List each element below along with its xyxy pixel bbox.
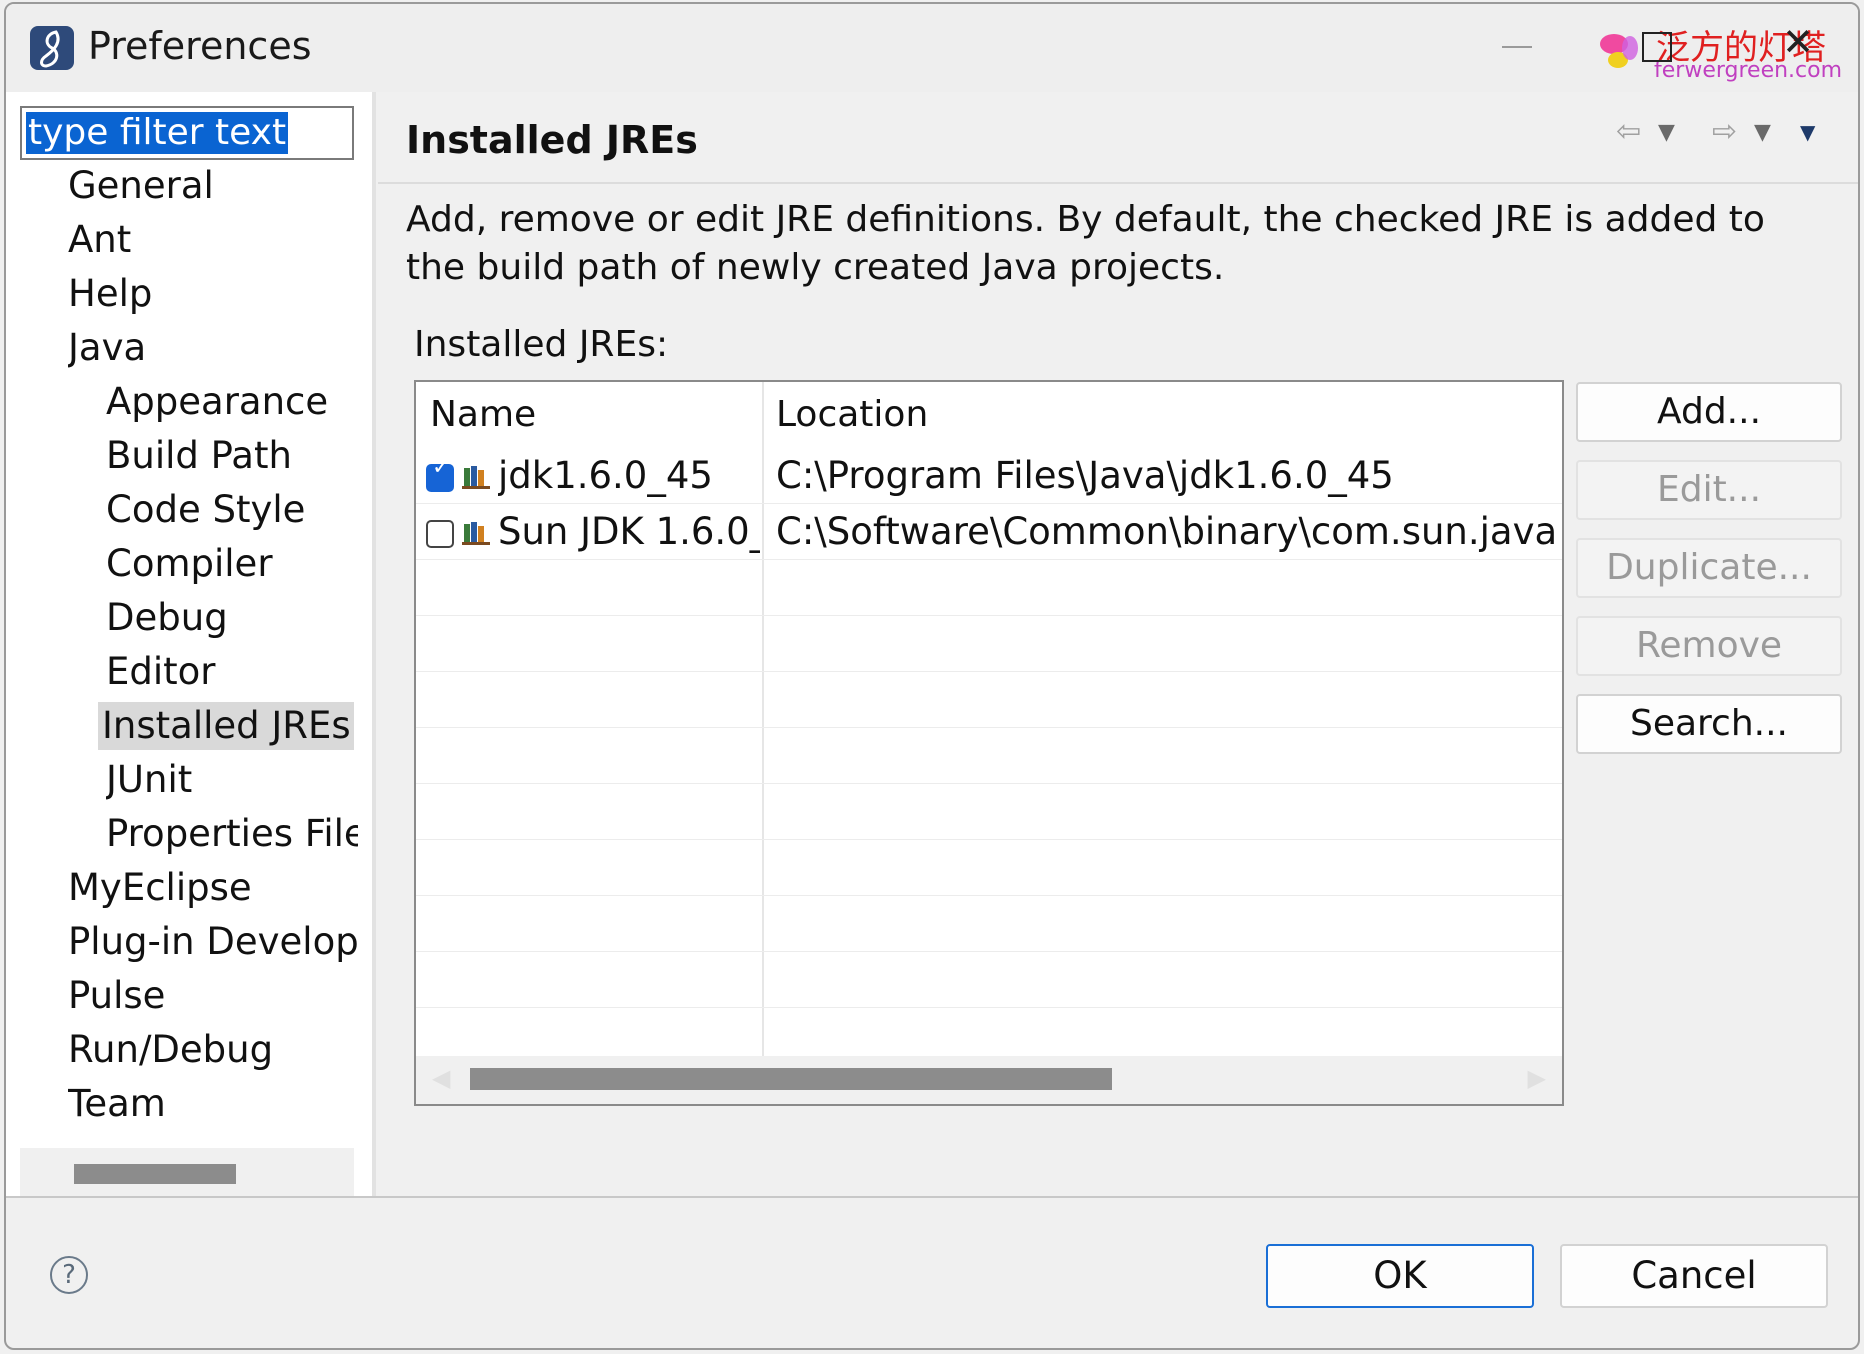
tree-item-installed-jres[interactable]: Installed JREs bbox=[98, 702, 354, 750]
back-history-dropdown-icon[interactable]: ▼ bbox=[1658, 120, 1675, 145]
tree-horizontal-scrollbar[interactable] bbox=[20, 1148, 354, 1196]
tree-scrollbar-thumb[interactable] bbox=[74, 1164, 236, 1184]
tree-item-myeclipse[interactable]: MyEclipse bbox=[68, 864, 358, 912]
scroll-left-icon[interactable]: ◀ bbox=[432, 1064, 450, 1092]
table-row[interactable] bbox=[416, 896, 1562, 952]
tree-item-debug[interactable]: Debug bbox=[106, 594, 358, 642]
table-row[interactable]: jdk1.6.0_45 C:\Program Files\Java\jdk1.6.… bbox=[416, 448, 1562, 504]
minimize-icon[interactable] bbox=[1502, 24, 1536, 64]
tree-item-run-debug[interactable]: Run/Debug bbox=[68, 1026, 358, 1074]
add-button[interactable]: Add... bbox=[1576, 382, 1842, 442]
back-arrow-icon[interactable]: ⇦ bbox=[1616, 114, 1641, 149]
tree-item-appearance[interactable]: Appearance bbox=[106, 378, 358, 426]
tree-item-code-style[interactable]: Code Style bbox=[106, 486, 358, 534]
myeclipse-logo-icon bbox=[30, 26, 74, 70]
table-scrollbar-thumb[interactable] bbox=[470, 1068, 1112, 1090]
tree-item-general[interactable]: General bbox=[68, 162, 358, 210]
table-row[interactable] bbox=[416, 560, 1562, 616]
help-icon[interactable]: ? bbox=[50, 1256, 88, 1294]
preferences-tree-pane: type filter text General Ant Help Java Appea… bbox=[6, 92, 372, 1196]
tree-item-pulse[interactable]: Pulse bbox=[68, 972, 358, 1020]
page-description: Add, remove or edit JRE definitions. By … bbox=[406, 199, 1765, 288]
table-row[interactable] bbox=[416, 840, 1562, 896]
table-row[interactable] bbox=[416, 952, 1562, 1008]
jre-location: C:\Software\Common\binary\com.sun.java bbox=[776, 510, 1558, 553]
forward-arrow-icon[interactable]: ⇨ bbox=[1712, 114, 1737, 149]
jre-default-checkbox[interactable] bbox=[426, 455, 454, 492]
page-header: Installed JREs ⇦ ▼ ⇨ ▼ ▼ bbox=[378, 92, 1858, 182]
header-divider bbox=[378, 182, 1858, 184]
filter-input[interactable]: type filter text bbox=[20, 106, 354, 160]
tree-item-plug-in-develop[interactable]: Plug-in Developı bbox=[68, 918, 358, 966]
jre-library-icon bbox=[462, 522, 490, 545]
edit-button[interactable]: Edit... bbox=[1576, 460, 1842, 520]
table-row[interactable] bbox=[416, 616, 1562, 672]
remove-button[interactable]: Remove bbox=[1576, 616, 1842, 676]
maximize-icon[interactable] bbox=[1642, 32, 1672, 62]
jre-name: jdk1.6.0_45 bbox=[498, 454, 713, 497]
tree-item-editor[interactable]: Editor bbox=[106, 648, 358, 696]
window-title: Preferences bbox=[88, 24, 312, 68]
table-row[interactable] bbox=[416, 728, 1562, 784]
tree-item-compiler[interactable]: Compiler bbox=[106, 540, 358, 588]
tree-item-properties-file[interactable]: Properties File bbox=[106, 810, 358, 858]
installed-jres-table[interactable]: Name Location jdk1.6.0_45 C:\Program File… bbox=[414, 380, 1564, 1106]
jre-default-checkbox[interactable] bbox=[426, 520, 454, 548]
jre-location: C:\Program Files\Java\jdk1.6.0_45 bbox=[776, 454, 1394, 497]
close-icon[interactable]: ✕ bbox=[1778, 22, 1818, 62]
jre-library-icon bbox=[462, 466, 490, 489]
page-title: Installed JREs bbox=[406, 118, 698, 162]
pane-splitter[interactable] bbox=[372, 92, 376, 1196]
ok-button[interactable]: OK bbox=[1266, 1244, 1534, 1308]
duplicate-button[interactable]: Duplicate... bbox=[1576, 538, 1842, 598]
footer-divider bbox=[6, 1196, 1858, 1198]
filter-input-text[interactable]: type filter text bbox=[26, 112, 289, 154]
preferences-dialog: Preferences 泛方的灯塔 ferwergreen.com ✕ type… bbox=[4, 2, 1860, 1350]
column-header-location[interactable]: Location bbox=[762, 382, 1562, 448]
view-menu-icon[interactable]: ▼ bbox=[1800, 120, 1815, 144]
table-row[interactable] bbox=[416, 784, 1562, 840]
table-horizontal-scrollbar[interactable]: ◀ ▶ bbox=[416, 1056, 1562, 1104]
scroll-right-icon[interactable]: ▶ bbox=[1528, 1064, 1546, 1092]
tree-item-build-path[interactable]: Build Path bbox=[106, 432, 358, 480]
title-bar[interactable]: Preferences 泛方的灯塔 ferwergreen.com ✕ bbox=[6, 4, 1858, 92]
jre-name: Sun JDK 1.6.0_13 bbox=[498, 510, 760, 553]
tree-item-java[interactable]: Java bbox=[68, 324, 358, 372]
search-button[interactable]: Search... bbox=[1576, 694, 1842, 754]
forward-history-dropdown-icon[interactable]: ▼ bbox=[1754, 120, 1771, 145]
column-header-name[interactable]: Name bbox=[416, 382, 762, 448]
installed-jres-label: Installed JREs: bbox=[414, 324, 669, 365]
tree-item-help[interactable]: Help bbox=[68, 270, 358, 318]
table-row[interactable]: Sun JDK 1.6.0_13 C:\Software\Common\binar… bbox=[416, 504, 1562, 560]
cancel-button[interactable]: Cancel bbox=[1560, 1244, 1828, 1308]
tree-item-junit[interactable]: JUnit bbox=[106, 756, 358, 804]
table-row[interactable] bbox=[416, 672, 1562, 728]
page-navigation: ⇦ ▼ ⇨ ▼ ▼ bbox=[1616, 114, 1836, 154]
tree-item-team[interactable]: Team bbox=[68, 1080, 358, 1128]
tree-item-ant[interactable]: Ant bbox=[68, 216, 358, 264]
